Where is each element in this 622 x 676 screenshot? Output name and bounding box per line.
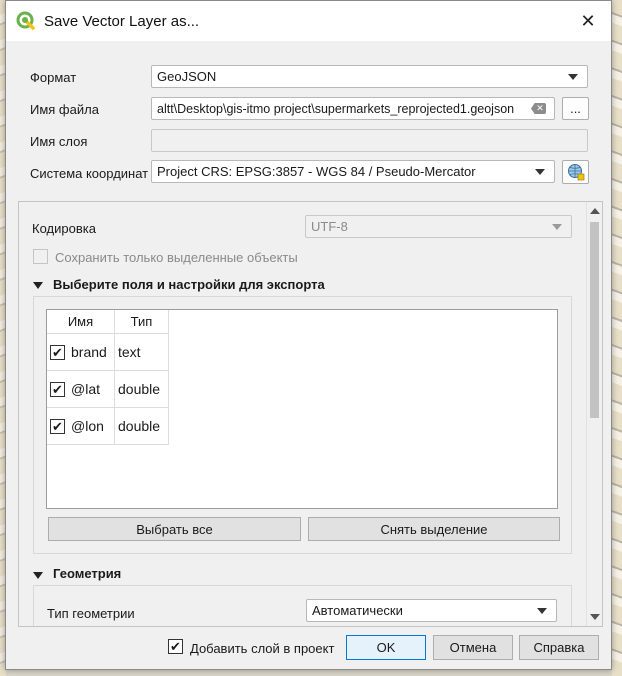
format-label: Формат [30,70,77,85]
format-value: GeoJSON [157,69,217,84]
check-icon: ✔ [170,639,181,654]
check-icon: ✔ [52,344,63,360]
crs-globe-icon [567,164,584,181]
field-name: @lon [71,418,104,434]
options-scroll-panel: Кодировка UTF-8 Сохранить только выделен… [18,201,603,627]
table-row-lat-name-cell[interactable]: ✔ @lat [47,371,115,408]
check-icon: ✔ [52,381,63,397]
vertical-scrollbar[interactable] [586,202,602,626]
deselect-all-button[interactable]: Снять выделение [308,517,560,541]
geometry-type-select[interactable]: Автоматически [306,599,557,622]
qgis-icon [16,11,35,30]
chevron-down-icon [537,608,547,614]
column-header-name[interactable]: Имя [47,310,115,334]
cancel-button[interactable]: Отмена [433,635,513,660]
select-all-button[interactable]: Выбрать все [48,517,301,541]
close-icon: ✕ [580,10,596,31]
field-checkbox-lon[interactable]: ✔ [50,418,65,434]
save-vector-layer-dialog: Save Vector Layer as... ✕ Формат GeoJSON… [5,0,612,670]
clear-icon[interactable]: ✕ [531,103,546,114]
ok-button[interactable]: OK [346,635,426,660]
dialog-title: Save Vector Layer as... [44,13,200,30]
filename-input[interactable]: altt\Desktop\gis-itmo project\supermarke… [151,97,555,120]
table-row-lat-type-cell[interactable]: double [115,371,169,408]
crs-select[interactable]: Project CRS: EPSG:3857 - WGS 84 / Pseudo… [151,160,555,183]
geometry-type-value: Автоматически [312,603,403,618]
crs-value: Project CRS: EPSG:3857 - WGS 84 / Pseudo… [157,164,476,179]
fields-section-title[interactable]: Выберите поля и настройки для экспорта [53,277,325,292]
filename-value: altt\Desktop\gis-itmo project\supermarke… [157,101,515,116]
scroll-up-icon[interactable] [590,208,600,214]
field-checkbox-brand[interactable]: ✔ [50,344,65,360]
help-button[interactable]: Справка [519,635,599,660]
collapse-triangle-icon[interactable] [33,282,43,289]
browse-button-label: ... [570,101,581,116]
close-button[interactable]: ✕ [565,1,611,41]
filename-label: Имя файла [30,102,99,117]
collapse-triangle-icon[interactable] [33,572,43,579]
geometry-type-label: Тип геометрии [47,606,135,621]
encoding-select[interactable]: UTF-8 [305,215,572,238]
scroll-thumb[interactable] [590,222,599,418]
column-header-type[interactable]: Тип [115,310,169,334]
fields-group-box: Имя Тип ✔ brand text ✔ @lat double ✔ @lo… [33,296,572,554]
fields-table[interactable]: Имя Тип ✔ brand text ✔ @lat double ✔ @lo… [46,309,558,509]
geometry-section-title[interactable]: Геометрия [53,566,121,581]
chevron-down-icon [552,224,562,230]
title-bar: Save Vector Layer as... ✕ [6,1,611,41]
table-row-lon-name-cell[interactable]: ✔ @lon [47,408,115,445]
encoding-value: UTF-8 [311,219,348,234]
crs-selector-button[interactable] [562,160,589,184]
field-type: double [118,381,161,397]
selected-only-label: Сохранить только выделенные объекты [55,250,298,265]
geometry-group-box: Тип геометрии Автоматически [33,585,572,626]
field-name: @lat [71,381,100,397]
layer-name-label: Имя слоя [30,134,88,149]
layer-name-input[interactable] [151,129,588,152]
field-name: brand [71,344,107,360]
crs-label: Система координат [30,166,149,181]
field-type: text [118,344,141,360]
format-select[interactable]: GeoJSON [151,65,588,88]
scroll-down-icon[interactable] [590,614,600,620]
add-to-project-checkbox[interactable]: ✔ [168,639,183,654]
field-type: double [118,418,161,434]
selected-only-checkbox[interactable] [33,249,48,264]
chevron-down-icon [568,74,578,80]
field-checkbox-lat[interactable]: ✔ [50,381,65,397]
table-row-brand-type-cell[interactable]: text [115,334,169,371]
chevron-down-icon [535,169,545,175]
map-background-right [612,0,622,676]
encoding-label: Кодировка [32,221,96,236]
table-row-brand-name-cell[interactable]: ✔ brand [47,334,115,371]
table-row-lon-type-cell[interactable]: double [115,408,169,445]
add-to-project-label: Добавить слой в проект [190,641,335,656]
browse-button[interactable]: ... [562,97,589,120]
check-icon: ✔ [52,418,63,434]
